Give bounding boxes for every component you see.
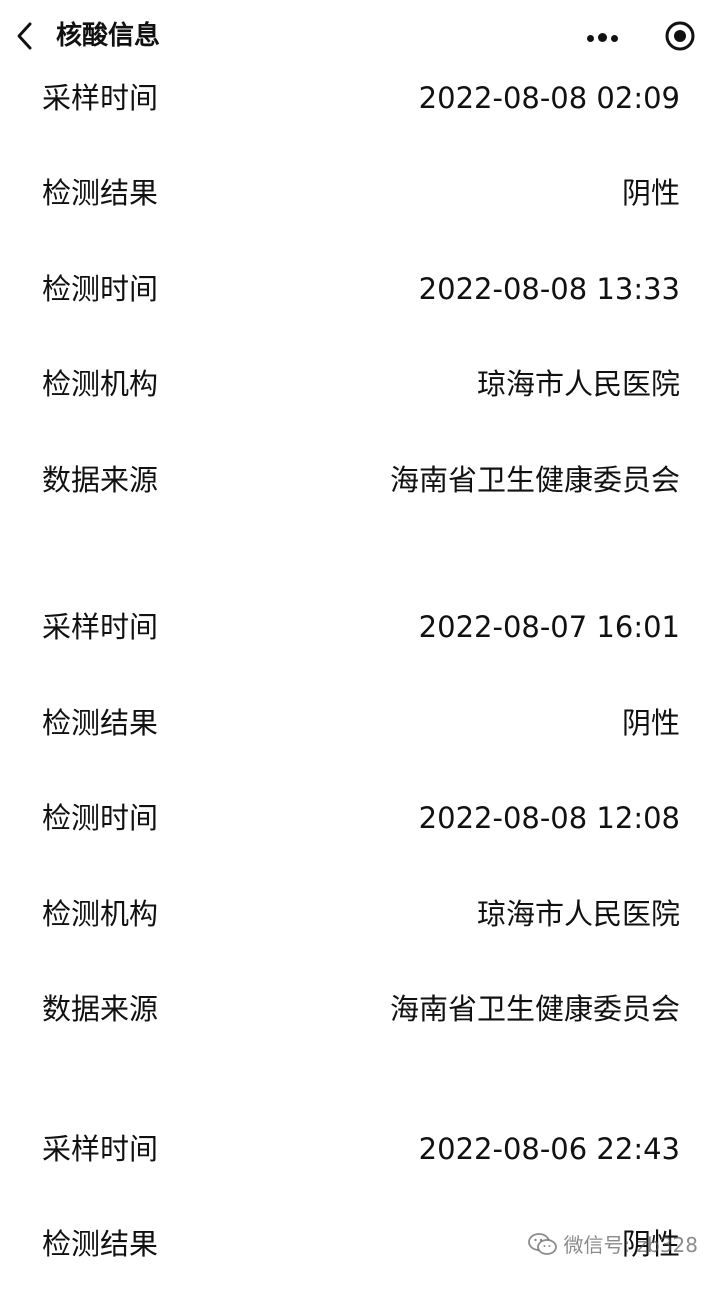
field-label: 采样时间	[42, 1129, 158, 1169]
watermark: 微信号: zb328	[528, 1229, 698, 1258]
field-label: 数据来源	[42, 989, 158, 1029]
record-row: 检测机构 琼海市人民医院	[0, 337, 722, 433]
record-separator	[0, 1057, 722, 1101]
record-row: 检测结果 阴性	[0, 675, 722, 771]
field-label: 检测结果	[42, 173, 158, 213]
field-label: 数据来源	[42, 460, 158, 500]
field-value: 2022-08-08 12:08	[419, 798, 680, 838]
field-value: 2022-08-08 13:33	[419, 269, 680, 309]
field-label: 检测结果	[42, 1224, 158, 1264]
record-separator	[0, 528, 722, 580]
field-value: 阴性	[622, 173, 680, 213]
record-row: 检测时间 2022-08-08 13:33	[0, 241, 722, 337]
field-value: 琼海市人民医院	[477, 364, 680, 404]
target-circle-icon	[664, 20, 696, 52]
record-row: 检测时间 2022-08-08 12:08	[0, 771, 722, 867]
field-label: 检测机构	[42, 364, 158, 404]
wechat-icon	[528, 1232, 558, 1256]
test-record: 采样时间 2022-08-06 22:43 检测结果 阴性	[0, 1101, 722, 1292]
record-row: 检测机构 琼海市人民医院	[0, 866, 722, 962]
field-value: 阴性	[622, 703, 680, 743]
field-value: 琼海市人民医院	[477, 894, 680, 934]
field-value: 2022-08-06 22:43	[419, 1129, 680, 1169]
field-label: 采样时间	[42, 607, 158, 647]
nucleic-acid-records: 采样时间 2022-08-08 02:09 检测结果 阴性 检测时间 2022-…	[0, 50, 722, 1292]
field-value: 2022-08-07 16:01	[419, 607, 680, 647]
field-label: 采样时间	[42, 78, 158, 118]
field-value: 海南省卫生健康委员会	[390, 460, 680, 500]
test-record: 采样时间 2022-08-07 16:01 检测结果 阴性 检测时间 2022-…	[0, 580, 722, 1058]
field-label: 检测时间	[42, 269, 158, 309]
record-row: 采样时间 2022-08-08 02:09	[0, 50, 722, 146]
field-value: 海南省卫生健康委员会	[390, 989, 680, 1029]
field-value: 2022-08-08 02:09	[419, 78, 680, 118]
test-record: 采样时间 2022-08-08 02:09 检测结果 阴性 检测时间 2022-…	[0, 50, 722, 528]
more-button[interactable]	[578, 18, 626, 54]
record-row: 检测结果 阴性	[0, 146, 722, 242]
record-row: 采样时间 2022-08-07 16:01	[0, 580, 722, 676]
watermark-text: 微信号: zb328	[564, 1229, 698, 1258]
field-label: 检测时间	[42, 798, 158, 838]
field-label: 检测结果	[42, 703, 158, 743]
more-dots-icon	[585, 27, 620, 46]
record-row: 数据来源 海南省卫生健康委员会	[0, 962, 722, 1058]
chevron-left-icon	[13, 20, 35, 52]
record-row: 采样时间 2022-08-06 22:43	[0, 1101, 722, 1197]
record-row: 数据来源 海南省卫生健康委员会	[0, 432, 722, 528]
field-label: 检测机构	[42, 894, 158, 934]
